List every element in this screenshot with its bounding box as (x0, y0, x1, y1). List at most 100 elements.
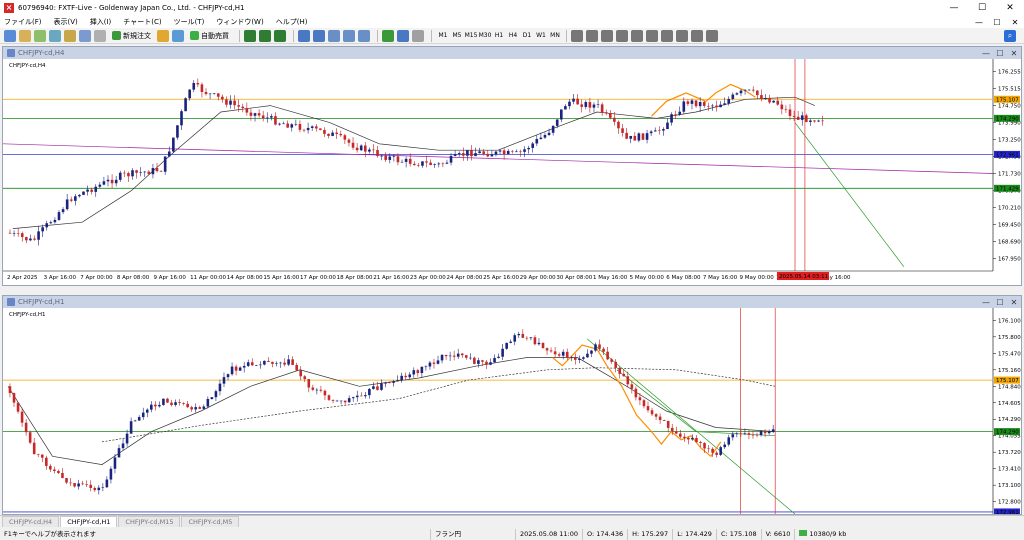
chart-maximize-button[interactable]: ☐ (993, 298, 1007, 307)
candle-body (687, 437, 690, 440)
channel-icon[interactable] (646, 29, 658, 42)
chart-close-button[interactable]: ✕ (1007, 49, 1021, 58)
candle-body (105, 479, 109, 488)
status-traffic: 10380/9 kb (794, 528, 850, 540)
data-window-icon[interactable] (49, 29, 61, 42)
chart-window-h4[interactable]: CHFJPY-cd,H4 — ☐ ✕ CHFJPY-cd,H4 176.255 17… (2, 46, 1022, 286)
timeframe-h1[interactable]: H1 (492, 32, 506, 39)
candle-body (202, 406, 206, 409)
mdi-close-button[interactable]: ✕ (1006, 18, 1024, 27)
chart-window-title: CHFJPY-cd,H4 (18, 49, 65, 57)
candle-body (225, 99, 228, 105)
timeframe-m30[interactable]: M30 (478, 32, 492, 39)
vertical-line-icon[interactable] (601, 29, 613, 42)
menu-insert[interactable]: 挿入(I) (90, 17, 112, 27)
candle-body (37, 231, 40, 240)
fibonacci-icon[interactable] (661, 29, 673, 42)
mdi-restore-button[interactable]: ☐ (988, 18, 1006, 27)
candlestick-chart-h4[interactable]: CHFJPY-cd,H4176.255175.515174.750173.990… (3, 59, 1021, 285)
chart-minimize-button[interactable]: — (979, 49, 993, 58)
bar-chart-icon[interactable] (244, 29, 256, 42)
candle-body (817, 120, 820, 122)
mdi-minimize-button[interactable]: — (970, 18, 988, 27)
candle-body (355, 147, 359, 151)
timeframe-m5[interactable]: M5 (450, 32, 464, 39)
chart-maximize-button[interactable]: ☐ (993, 49, 1007, 58)
candlestick-icon[interactable] (259, 29, 271, 42)
price-tick-label: 169.450 (998, 222, 1021, 228)
tab-chfjpy-h1[interactable]: CHFJPY-cd,H1 (60, 516, 118, 527)
templates-icon[interactable] (412, 29, 424, 42)
maximize-button[interactable]: ☐ (968, 0, 996, 16)
timeframe-m15[interactable]: M15 (464, 32, 478, 39)
cursor-icon[interactable] (571, 29, 583, 42)
navigator-icon[interactable] (64, 29, 76, 42)
horizontal-line-icon[interactable] (616, 29, 628, 42)
periods-icon[interactable] (397, 29, 409, 42)
candle-body (263, 360, 266, 365)
candle-body (702, 102, 706, 106)
candle-body (523, 149, 526, 152)
tab-chfjpy-m5[interactable]: CHFJPY-cd,M5 (181, 516, 240, 527)
candle-body (396, 156, 400, 163)
profiles-icon[interactable] (19, 29, 31, 42)
price-tick-label: 174.290 (998, 417, 1021, 423)
candle-body (81, 483, 84, 485)
new-chart-icon[interactable] (4, 29, 16, 42)
menu-help[interactable]: ヘルプ(H) (276, 17, 308, 27)
signals-icon[interactable] (172, 29, 184, 42)
tile-windows-icon[interactable] (328, 29, 340, 42)
autoscroll-icon[interactable] (343, 29, 355, 42)
menu-tools[interactable]: ツール(T) (174, 17, 205, 27)
candle-body (490, 154, 494, 157)
tab-chfjpy-m15[interactable]: CHFJPY-cd,M15 (118, 516, 181, 527)
candle-body (788, 109, 792, 116)
new-order-button[interactable]: 新規注文 (109, 30, 154, 42)
auto-trade-button[interactable]: 自動売買 (187, 30, 232, 42)
timeframe-m1[interactable]: M1 (436, 32, 450, 39)
line-chart-icon[interactable] (274, 29, 286, 42)
close-button[interactable]: ✕ (996, 0, 1024, 16)
menu-file[interactable]: ファイル(F) (4, 17, 42, 27)
status-profile[interactable]: フラン円 (430, 528, 515, 540)
candle-body (339, 133, 343, 136)
chart-minimize-button[interactable]: — (979, 298, 993, 307)
zoom-out-icon[interactable] (313, 29, 325, 42)
arrows-icon[interactable] (706, 29, 718, 42)
search-icon[interactable]: ⌕ (1004, 30, 1016, 42)
market-watch-icon[interactable] (34, 29, 46, 42)
tab-chfjpy-h4[interactable]: CHFJPY-cd,H4 (2, 516, 60, 527)
timeframe-w1[interactable]: W1 (534, 32, 548, 39)
trendline-icon[interactable] (631, 29, 643, 42)
candle-body (531, 143, 535, 148)
candle-body (192, 82, 196, 90)
menu-window[interactable]: ウィンドウ(W) (216, 17, 263, 27)
candle-body (421, 161, 424, 166)
terminal-icon[interactable] (79, 29, 91, 42)
menu-chart[interactable]: チャート(C) (123, 17, 161, 27)
metaeditor-icon[interactable] (157, 29, 169, 42)
text-icon[interactable] (676, 29, 688, 42)
candlestick-chart-h1[interactable]: CHFJPY-cd,H1 176.100 175.800 175.470 175.160… (3, 308, 1021, 514)
candle-body (482, 151, 486, 154)
timeframe-h4[interactable]: H4 (506, 32, 520, 39)
time-tick-label: 24 Apr 08:00 (447, 275, 483, 281)
indicators-icon[interactable] (382, 29, 394, 42)
zoom-in-icon[interactable] (298, 29, 310, 42)
tester-icon[interactable] (94, 29, 106, 42)
chart-close-button[interactable]: ✕ (1007, 298, 1021, 307)
minimize-button[interactable]: — (940, 0, 968, 16)
candle-body (170, 402, 173, 405)
chart-window-h1[interactable]: CHFJPY-cd,H1 — ☐ ✕ CHFJPY-cd,H1 176.100 17… (2, 295, 1022, 515)
candle-body (229, 100, 232, 105)
timeframe-mn[interactable]: MN (548, 32, 562, 39)
crosshair-icon[interactable] (586, 29, 598, 42)
candle-body (608, 113, 612, 118)
new-order-icon (112, 31, 121, 40)
candle-body (800, 115, 804, 120)
candle-body (368, 149, 371, 152)
menu-view[interactable]: 表示(V) (54, 17, 78, 27)
timeframe-d1[interactable]: D1 (520, 32, 534, 39)
chart-shift-icon[interactable] (358, 29, 370, 42)
text-label-icon[interactable] (691, 29, 703, 42)
